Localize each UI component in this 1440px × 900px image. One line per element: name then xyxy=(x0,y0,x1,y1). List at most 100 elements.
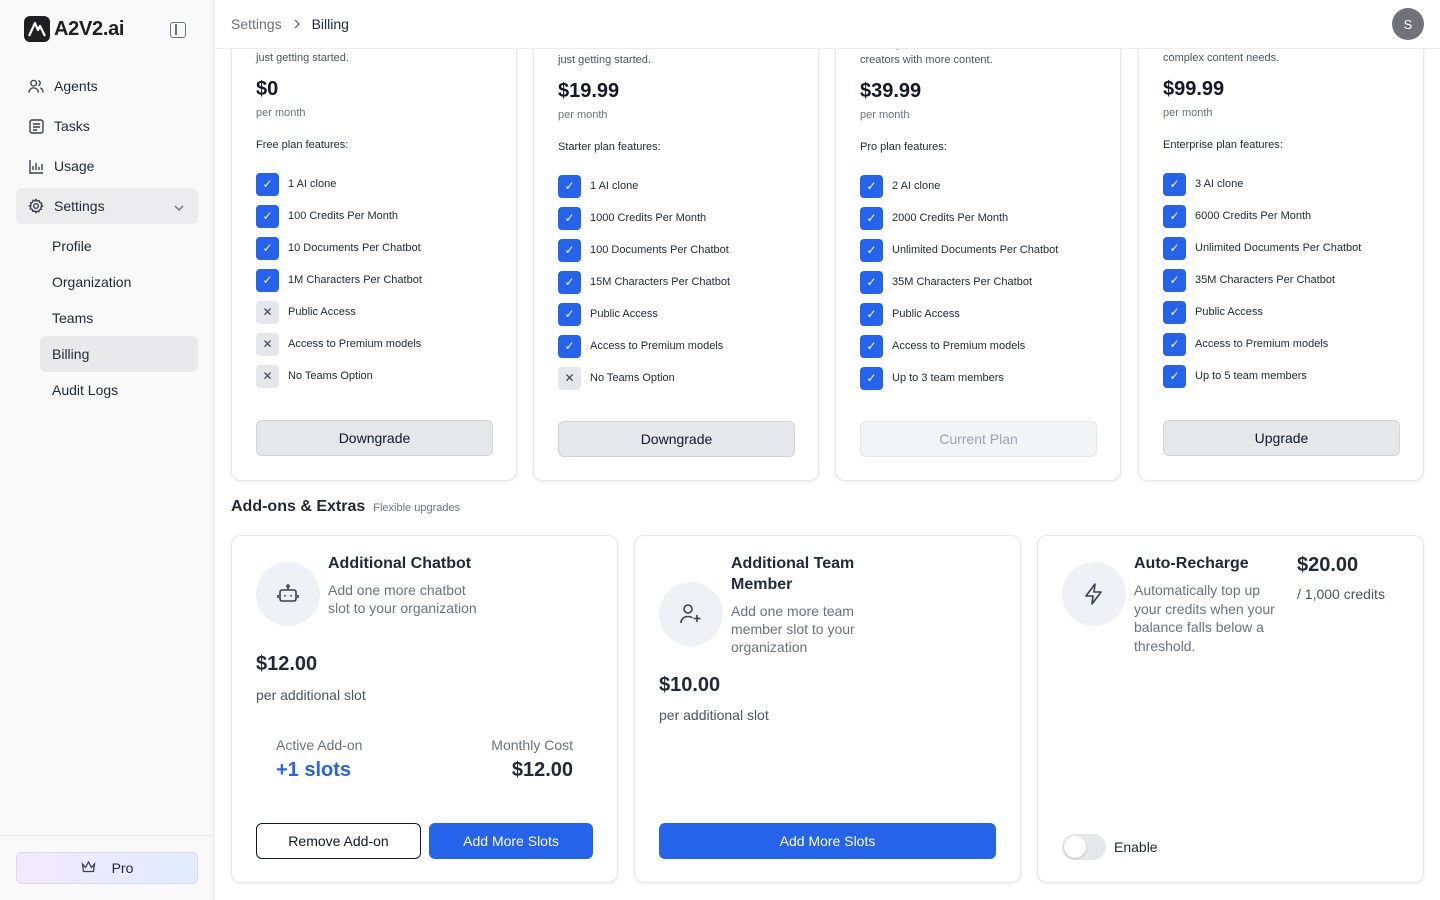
sidebar-nav: Agents Tasks Usage Settings Profile Orga… xyxy=(16,68,198,408)
addon-description: Add one more team member slot to your or… xyxy=(731,603,855,655)
breadcrumb-settings[interactable]: Settings xyxy=(231,16,282,32)
add-team-slots-button[interactable]: Add More Slots xyxy=(659,823,996,859)
feature-text: No Teams Option xyxy=(288,370,373,382)
billing-content: Individual creators, small YouTubers, or… xyxy=(215,49,1440,900)
app-logo[interactable]: A2V2.ai xyxy=(24,16,124,42)
plan-description: Individual creators, small YouTubers, or… xyxy=(256,52,349,64)
feature-item: ✓ Up to 3 team members xyxy=(860,362,1058,394)
downgrade-button[interactable]: Downgrade xyxy=(558,421,795,457)
addon-card-auto-recharge: Auto-Recharge Automatically top up your … xyxy=(1037,535,1424,883)
breadcrumb-billing: Billing xyxy=(311,16,349,32)
add-chatbot-slots-button[interactable]: Add More Slots xyxy=(429,823,593,859)
current-plan-button: Current Plan xyxy=(860,421,1097,457)
feature-text: 35M Characters Per Chatbot xyxy=(1195,274,1336,286)
sidebar-item-tasks[interactable]: Tasks xyxy=(16,108,198,144)
sidebar-subitem-organization[interactable]: Organization xyxy=(40,264,198,300)
plan-features-label: Free plan features: xyxy=(256,139,349,151)
plan-period: per month xyxy=(860,109,910,121)
check-icon: ✓ xyxy=(558,270,581,294)
check-icon: ✓ xyxy=(1163,204,1186,228)
plan-features-label: Enterprise plan features: xyxy=(1163,139,1283,151)
plan-card-free: Individual creators, small YouTubers, or… xyxy=(231,49,517,481)
remove-addon-button[interactable]: Remove Add-on xyxy=(256,823,421,859)
check-icon: ✓ xyxy=(558,302,581,326)
user-avatar[interactable]: S xyxy=(1392,8,1424,40)
downgrade-button[interactable]: Downgrade xyxy=(256,420,493,456)
plan-price: $39.99 xyxy=(860,80,922,102)
check-icon: ✓ xyxy=(1163,172,1186,196)
feature-item: ✓ 100 Documents Per Chatbot xyxy=(558,234,730,266)
check-icon: ✓ xyxy=(256,268,279,292)
bot-icon xyxy=(256,562,320,626)
feature-item: ✓ 1000 Credits Per Month xyxy=(558,202,730,234)
plan-price: $99.99 xyxy=(1163,78,1225,100)
auto-recharge-toggle[interactable] xyxy=(1062,834,1106,860)
addon-title: Auto-Recharge xyxy=(1134,555,1249,572)
feature-item: ✓ 35M Characters Per Chatbot xyxy=(860,266,1058,298)
addon-price-unit: per additional slot xyxy=(256,687,366,703)
feature-text: 100 Documents Per Chatbot xyxy=(590,244,729,256)
sidebar-subitem-billing[interactable]: Billing xyxy=(40,336,198,372)
feature-item: ✕ No Teams Option xyxy=(558,362,730,394)
plan-description: Individual creators, small YouTubers, or… xyxy=(558,49,780,66)
active-addon-value: +1 slots xyxy=(276,759,352,781)
feature-text: 35M Characters Per Chatbot xyxy=(892,276,1033,288)
check-icon: ✓ xyxy=(860,302,883,326)
plan-price: $0 xyxy=(256,78,279,100)
sidebar-item-usage[interactable]: Usage xyxy=(16,148,198,184)
addon-title: Additional Chatbot xyxy=(328,555,472,572)
pro-plan-button[interactable]: Pro xyxy=(16,852,198,884)
feature-text: No Teams Option xyxy=(590,372,675,384)
plan-description: Growing channels, small businesses, or c… xyxy=(860,49,1054,66)
feature-text: 3 AI clone xyxy=(1195,178,1244,190)
tasks-icon xyxy=(28,118,44,134)
collapse-sidebar-icon[interactable] xyxy=(170,22,186,38)
sidebar-subitem-teams[interactable]: Teams xyxy=(40,300,198,336)
breadcrumb: Settings Billing xyxy=(231,16,349,32)
check-icon: ✓ xyxy=(558,238,581,262)
sidebar-item-label: Usage xyxy=(54,158,95,174)
plans-row: Individual creators, small YouTubers, or… xyxy=(231,49,1424,541)
check-icon: ✓ xyxy=(256,204,279,228)
feature-item: ✓ Public Access xyxy=(860,298,1058,330)
logo-mark-icon xyxy=(24,16,50,42)
feature-item: ✓ 2000 Credits Per Month xyxy=(860,202,1058,234)
check-icon: ✓ xyxy=(860,238,883,262)
feature-text: 6000 Credits Per Month xyxy=(1195,210,1312,222)
plan-period: per month xyxy=(1163,107,1213,119)
feature-item: ✓ 10 Documents Per Chatbot xyxy=(256,232,422,264)
feature-item: ✓ Access to Premium models xyxy=(1163,328,1361,360)
check-icon: ✓ xyxy=(860,334,883,358)
feature-item: ✕ Public Access xyxy=(256,296,422,328)
x-icon: ✕ xyxy=(256,364,279,388)
sidebar-subitem-profile[interactable]: Profile xyxy=(40,228,198,264)
sidebar-divider xyxy=(0,835,214,836)
plan-card-pro: Growing channels, small businesses, or c… xyxy=(835,49,1121,481)
sidebar-item-settings[interactable]: Settings xyxy=(16,188,198,224)
top-header: Settings Billing S xyxy=(215,0,1440,49)
feature-item: ✓ Unlimited Documents Per Chatbot xyxy=(860,234,1058,266)
plan-features-list: ✓ 3 AI clone ✓ 6000 Credits Per Month ✓ Unl… xyxy=(1163,168,1361,392)
feature-text: 2 AI clone xyxy=(892,180,941,192)
feature-item: ✓ Access to Premium models xyxy=(860,330,1058,362)
sidebar-subitem-audit-logs[interactable]: Audit Logs xyxy=(40,372,198,408)
feature-item: ✓ Unlimited Documents Per Chatbot xyxy=(1163,232,1361,264)
plan-features-list: ✓ 1 AI clone ✓ 1000 Credits Per Month ✓ 100… xyxy=(558,170,730,394)
monthly-cost-value: $12.00 xyxy=(511,759,573,781)
sidebar-item-agents[interactable]: Agents xyxy=(16,68,198,104)
users-icon xyxy=(28,78,44,94)
addon-price: $10.00 xyxy=(659,674,721,696)
x-icon: ✕ xyxy=(558,366,581,390)
check-icon: ✓ xyxy=(860,366,883,390)
feature-item: ✓ 1 AI clone xyxy=(558,170,730,202)
upgrade-button[interactable]: Upgrade xyxy=(1163,420,1400,456)
feature-text: Access to Premium models xyxy=(590,340,724,352)
feature-text: 100 Credits Per Month xyxy=(288,210,399,222)
feature-item: ✕ No Teams Option xyxy=(256,360,422,392)
feature-text: 10 Documents Per Chatbot xyxy=(288,242,421,254)
recharge-price-unit: / 1,000 credits xyxy=(1297,586,1385,602)
addons-heading: Add-ons & Extras Flexible upgrades xyxy=(231,498,460,516)
lightning-icon xyxy=(1062,562,1126,626)
feature-text: Unlimited Documents Per Chatbot xyxy=(1195,242,1362,254)
check-icon: ✓ xyxy=(860,270,883,294)
